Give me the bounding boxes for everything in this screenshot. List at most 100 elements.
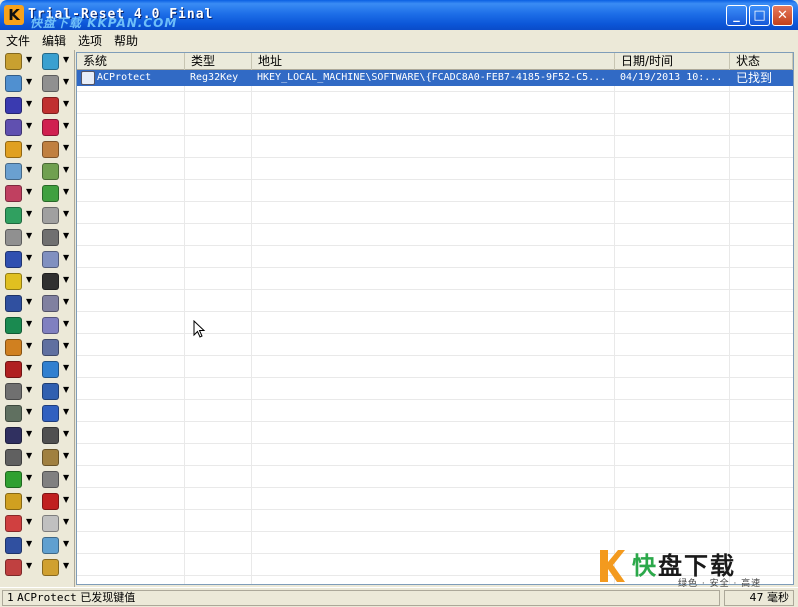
protector-tool-button[interactable]: ▼ bbox=[39, 117, 73, 137]
protector-tool-button[interactable]: ▼ bbox=[39, 51, 73, 71]
dropdown-arrow-icon[interactable]: ▼ bbox=[63, 99, 69, 108]
dropdown-arrow-icon[interactable]: ▼ bbox=[63, 231, 69, 240]
protector-tool-button[interactable]: ▼ bbox=[2, 359, 36, 379]
protector-tool-button[interactable]: ▼ bbox=[39, 425, 73, 445]
protector-tool-button[interactable]: ▼ bbox=[39, 557, 73, 577]
protector-tool-button[interactable]: ▼ bbox=[2, 447, 36, 467]
protector-tool-button[interactable]: ▼ bbox=[39, 73, 73, 93]
protector-tool-button[interactable]: ▼ bbox=[2, 73, 36, 93]
dropdown-arrow-icon[interactable]: ▼ bbox=[63, 253, 69, 262]
protector-tool-button[interactable]: ▼ bbox=[2, 139, 36, 159]
table-row[interactable]: ACProtect Reg32Key HKEY_LOCAL_MACHINE\SO… bbox=[77, 70, 793, 86]
column-header-address[interactable]: 地址 bbox=[252, 53, 615, 70]
protector-tool-button[interactable]: ▼ bbox=[39, 469, 73, 489]
protector-tool-button[interactable]: ▼ bbox=[2, 337, 36, 357]
menu-options[interactable]: 选项 bbox=[78, 32, 102, 49]
protector-tool-button[interactable]: ▼ bbox=[2, 535, 36, 555]
dropdown-arrow-icon[interactable]: ▼ bbox=[63, 341, 69, 350]
minimize-button[interactable]: _ bbox=[726, 5, 747, 26]
protector-tool-button[interactable]: ▼ bbox=[39, 95, 73, 115]
protector-tool-button[interactable]: ▼ bbox=[39, 139, 73, 159]
dropdown-arrow-icon[interactable]: ▼ bbox=[26, 407, 32, 416]
column-header-type[interactable]: 类型 bbox=[185, 53, 252, 70]
protector-tool-button[interactable]: ▼ bbox=[2, 227, 36, 247]
protector-tool-button[interactable]: ▼ bbox=[39, 183, 73, 203]
dropdown-arrow-icon[interactable]: ▼ bbox=[26, 495, 32, 504]
dropdown-arrow-icon[interactable]: ▼ bbox=[63, 209, 69, 218]
dropdown-arrow-icon[interactable]: ▼ bbox=[63, 121, 69, 130]
menu-edit[interactable]: 编辑 bbox=[42, 32, 66, 49]
dropdown-arrow-icon[interactable]: ▼ bbox=[63, 385, 69, 394]
protector-tool-button[interactable]: ▼ bbox=[2, 513, 36, 533]
dropdown-arrow-icon[interactable]: ▼ bbox=[26, 319, 32, 328]
protector-tool-button[interactable]: ▼ bbox=[39, 513, 73, 533]
protector-tool-button[interactable]: ▼ bbox=[39, 249, 73, 269]
dropdown-arrow-icon[interactable]: ▼ bbox=[26, 209, 32, 218]
protector-tool-button[interactable]: ▼ bbox=[2, 491, 36, 511]
dropdown-arrow-icon[interactable]: ▼ bbox=[26, 561, 32, 570]
protector-tool-button[interactable]: ▼ bbox=[39, 491, 73, 511]
protector-tool-button[interactable]: ▼ bbox=[2, 183, 36, 203]
protector-tool-button[interactable]: ▼ bbox=[2, 271, 36, 291]
dropdown-arrow-icon[interactable]: ▼ bbox=[63, 407, 69, 416]
dropdown-arrow-icon[interactable]: ▼ bbox=[26, 187, 32, 196]
dropdown-arrow-icon[interactable]: ▼ bbox=[63, 165, 69, 174]
protector-tool-button[interactable]: ▼ bbox=[2, 51, 36, 71]
protector-tool-button[interactable]: ▼ bbox=[39, 227, 73, 247]
dropdown-arrow-icon[interactable]: ▼ bbox=[63, 297, 69, 306]
column-header-datetime[interactable]: 日期/时间 bbox=[615, 53, 730, 70]
dropdown-arrow-icon[interactable]: ▼ bbox=[26, 275, 32, 284]
protector-tool-button[interactable]: ▼ bbox=[39, 315, 73, 335]
dropdown-arrow-icon[interactable]: ▼ bbox=[63, 143, 69, 152]
close-button[interactable]: ✕ bbox=[772, 5, 793, 26]
maximize-button[interactable]: □ bbox=[749, 5, 770, 26]
protector-tool-button[interactable]: ▼ bbox=[2, 95, 36, 115]
dropdown-arrow-icon[interactable]: ▼ bbox=[26, 363, 32, 372]
protector-tool-button[interactable]: ▼ bbox=[2, 117, 36, 137]
protector-tool-button[interactable]: ▼ bbox=[39, 381, 73, 401]
dropdown-arrow-icon[interactable]: ▼ bbox=[26, 429, 32, 438]
protector-tool-button[interactable]: ▼ bbox=[2, 469, 36, 489]
dropdown-arrow-icon[interactable]: ▼ bbox=[26, 253, 32, 262]
protector-tool-button[interactable]: ▼ bbox=[39, 293, 73, 313]
dropdown-arrow-icon[interactable]: ▼ bbox=[26, 165, 32, 174]
dropdown-arrow-icon[interactable]: ▼ bbox=[26, 341, 32, 350]
protector-tool-button[interactable]: ▼ bbox=[39, 161, 73, 181]
column-header-status[interactable]: 状态 bbox=[730, 53, 793, 70]
protector-tool-button[interactable]: ▼ bbox=[39, 359, 73, 379]
protector-tool-button[interactable]: ▼ bbox=[39, 403, 73, 423]
dropdown-arrow-icon[interactable]: ▼ bbox=[26, 473, 32, 482]
dropdown-arrow-icon[interactable]: ▼ bbox=[26, 539, 32, 548]
protector-tool-button[interactable]: ▼ bbox=[39, 337, 73, 357]
title-bar[interactable]: K Trial-Reset 4.0 Final 快盘下载 KKPAN.COM _… bbox=[0, 0, 798, 30]
protector-tool-button[interactable]: ▼ bbox=[2, 557, 36, 577]
dropdown-arrow-icon[interactable]: ▼ bbox=[26, 231, 32, 240]
dropdown-arrow-icon[interactable]: ▼ bbox=[63, 187, 69, 196]
dropdown-arrow-icon[interactable]: ▼ bbox=[63, 77, 69, 86]
dropdown-arrow-icon[interactable]: ▼ bbox=[63, 561, 69, 570]
dropdown-arrow-icon[interactable]: ▼ bbox=[26, 77, 32, 86]
dropdown-arrow-icon[interactable]: ▼ bbox=[26, 517, 32, 526]
dropdown-arrow-icon[interactable]: ▼ bbox=[63, 363, 69, 372]
dropdown-arrow-icon[interactable]: ▼ bbox=[26, 55, 32, 64]
dropdown-arrow-icon[interactable]: ▼ bbox=[63, 319, 69, 328]
protector-tool-button[interactable]: ▼ bbox=[2, 161, 36, 181]
results-list[interactable]: 系统 类型 地址 日期/时间 状态 ACProtect Reg32Key HKE… bbox=[76, 52, 794, 585]
dropdown-arrow-icon[interactable]: ▼ bbox=[63, 517, 69, 526]
dropdown-arrow-icon[interactable]: ▼ bbox=[63, 451, 69, 460]
protector-tool-button[interactable]: ▼ bbox=[2, 249, 36, 269]
dropdown-arrow-icon[interactable]: ▼ bbox=[63, 275, 69, 284]
dropdown-arrow-icon[interactable]: ▼ bbox=[63, 473, 69, 482]
protector-tool-button[interactable]: ▼ bbox=[39, 271, 73, 291]
menu-file[interactable]: 文件 bbox=[6, 32, 30, 49]
dropdown-arrow-icon[interactable]: ▼ bbox=[63, 429, 69, 438]
protector-tool-button[interactable]: ▼ bbox=[39, 447, 73, 467]
column-header-system[interactable]: 系统 bbox=[77, 53, 185, 70]
dropdown-arrow-icon[interactable]: ▼ bbox=[26, 385, 32, 394]
protector-tool-button[interactable]: ▼ bbox=[2, 381, 36, 401]
menu-help[interactable]: 帮助 bbox=[114, 32, 138, 49]
protector-tool-button[interactable]: ▼ bbox=[2, 425, 36, 445]
protector-tool-button[interactable]: ▼ bbox=[39, 205, 73, 225]
dropdown-arrow-icon[interactable]: ▼ bbox=[63, 55, 69, 64]
dropdown-arrow-icon[interactable]: ▼ bbox=[26, 121, 32, 130]
